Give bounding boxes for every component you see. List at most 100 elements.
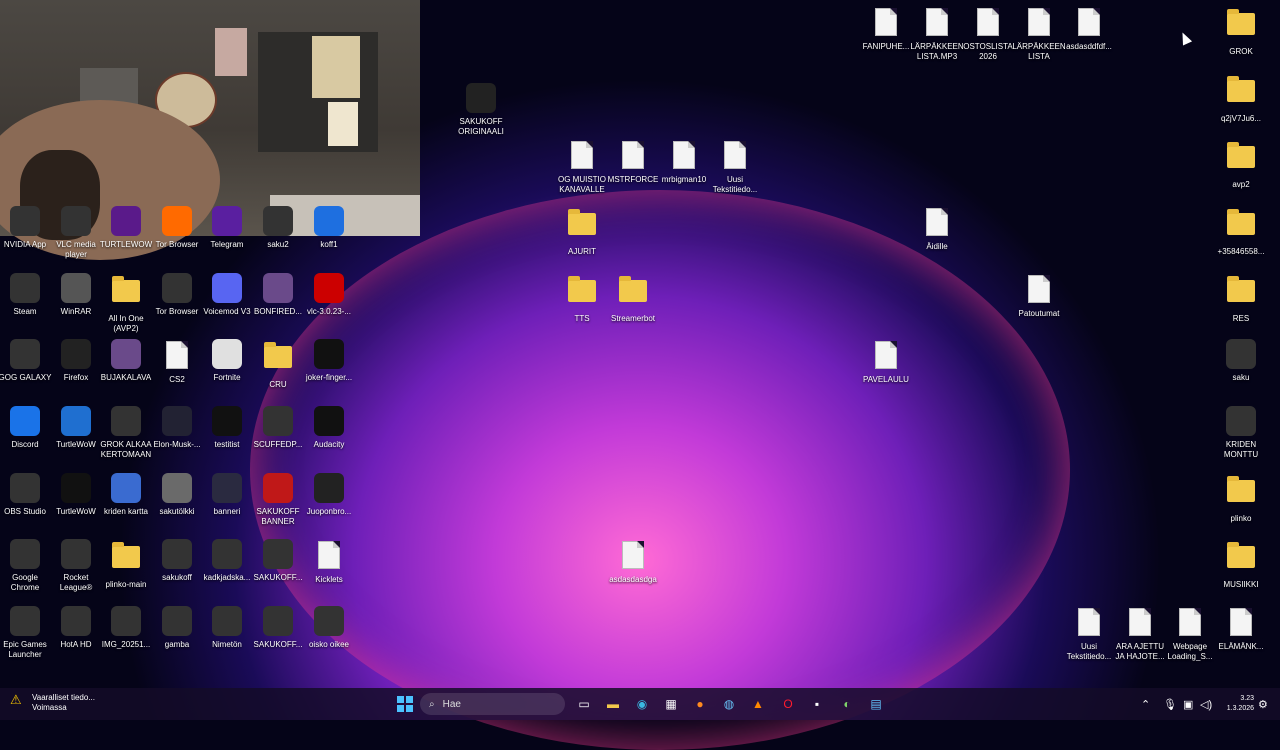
desktop-icon[interactable]: VLC media player [48, 205, 104, 260]
search-box[interactable]: ⌕ Hae [420, 693, 565, 715]
desktop-icon[interactable]: testitist [199, 405, 255, 450]
start-button[interactable] [395, 694, 415, 714]
desktop-icon[interactable]: MUSIIKKI [1213, 538, 1269, 590]
notification-item[interactable]: ⚠ Vaaralliset tiedo... Voimassa [10, 693, 95, 713]
desktop-icon[interactable]: kriden kartta [98, 472, 154, 517]
notification-center-icon[interactable]: ⚙ [1258, 698, 1268, 711]
desktop-icon[interactable]: Tor Browser [149, 272, 205, 317]
desktop-icon[interactable]: sakukoff [149, 538, 205, 583]
edge-taskbar-icon[interactable]: ◉ [632, 694, 652, 714]
desktop-icon[interactable]: CRU [250, 338, 306, 390]
desktop-icon[interactable]: avp2 [1213, 138, 1269, 190]
network-icon[interactable]: ▣ [1183, 698, 1193, 711]
desktop-icon[interactable]: FANIPUHE... [858, 5, 914, 52]
desktop-icon[interactable]: AJURIT [554, 205, 610, 257]
chevron-up-icon[interactable]: ⌃ [1141, 698, 1150, 711]
desktop-icon[interactable]: koff1 [301, 205, 357, 250]
vlc-taskbar-icon[interactable]: ▲ [748, 694, 768, 714]
desktop-icon[interactable]: Streamerbot [605, 272, 661, 324]
desktop-icon[interactable]: Äidille [909, 205, 965, 252]
opera-taskbar-icon[interactable]: O [778, 694, 798, 714]
desktop-icon[interactable]: NVIDIA App [0, 205, 53, 250]
volume-icon[interactable]: ◁) [1200, 698, 1212, 711]
microphone-icon[interactable]: 🎙 [1163, 698, 1177, 711]
desktop-icon[interactable]: Nimetön [199, 605, 255, 650]
desktop-icon[interactable]: Voicemod V3 [199, 272, 255, 317]
desktop-icon[interactable]: ELÄMÄNK... [1213, 605, 1269, 652]
desktop-icon[interactable]: KRIDEN MONTTU [1213, 405, 1269, 460]
task-view-button[interactable]: ▭ [574, 694, 594, 714]
desktop-icon[interactable]: Patoutumat [1011, 272, 1067, 319]
desktop-icon[interactable]: asdasdasdga [605, 538, 661, 585]
desktop-icon-label: MSTRFORCE [607, 175, 659, 184]
desktop-icon[interactable]: IMG_20251... [98, 605, 154, 650]
file-explorer-taskbar-icon[interactable]: ▬ [603, 694, 623, 714]
desktop-icon[interactable]: Google Chrome [0, 538, 53, 593]
desktop-icon[interactable]: SCUFFEDP... [250, 405, 306, 450]
desktop-icon[interactable]: HotA HD [48, 605, 104, 650]
desktop-icon[interactable]: vlc-3.0.23-... [301, 272, 357, 317]
desktop-icon[interactable]: mrbigman10 [656, 138, 712, 185]
desktop-icon[interactable]: OG MUISTIO KANAVALLE [554, 138, 610, 195]
desktop-icon[interactable]: Steam [0, 272, 53, 317]
desktop-icon[interactable]: GROK [1213, 5, 1269, 57]
desktop-icon[interactable]: Elon-Musk-... [149, 405, 205, 450]
desktop-icon[interactable]: GROK ALKAA KERTOMAAN [98, 405, 154, 460]
desktop-icon[interactable]: oisko oikee [301, 605, 357, 650]
desktop-icon[interactable]: PAVELAULU [858, 338, 914, 385]
desktop-icon[interactable]: MSTRFORCE [605, 138, 661, 185]
desktop-icon[interactable]: plinko-main [98, 538, 154, 590]
desktop-icon[interactable]: SAKUKOFF BANNER [250, 472, 306, 527]
desktop-icon[interactable]: TurtleWoW [48, 405, 104, 450]
store-taskbar-icon[interactable]: ▦ [661, 694, 681, 714]
desktop-icon[interactable]: Webpage Loading_S... [1162, 605, 1218, 662]
terminal-taskbar-icon[interactable]: ▪ [807, 694, 827, 714]
desktop-icon[interactable]: gamba [149, 605, 205, 650]
desktop-icon[interactable]: plinko [1213, 472, 1269, 524]
desktop-icon[interactable]: RES [1213, 272, 1269, 324]
desktop-icon[interactable]: Telegram [199, 205, 255, 250]
desktop-icon[interactable]: +35846558... [1213, 205, 1269, 257]
desktop-icon[interactable]: Firefox [48, 338, 104, 383]
desktop-icon[interactable]: saku [1213, 338, 1269, 383]
desktop-icon[interactable]: WinRAR [48, 272, 104, 317]
desktop-icon[interactable]: LÄRPÄKKEEN LISTA [1011, 5, 1067, 62]
desktop-icon[interactable]: TURTLEWOW [98, 205, 154, 250]
desktop-icon[interactable]: q2jV7Ju6... [1213, 72, 1269, 124]
desktop-icon[interactable]: TTS [554, 272, 610, 324]
clock[interactable]: 3.23 1.3.2026 [1222, 694, 1254, 714]
desktop-icon[interactable]: kadkjadska... [199, 538, 255, 583]
desktop-icon[interactable]: sakutölkki [149, 472, 205, 517]
desktop-icon[interactable]: SAKUKOFF... [250, 538, 306, 583]
desktop-icon[interactable]: Uusi Tekstitiedo... [1061, 605, 1117, 662]
desktop-icon[interactable]: Tor Browser [149, 205, 205, 250]
desktop-icon[interactable]: BONFIRED... [250, 272, 306, 317]
desktop-icon[interactable]: joker-finger... [301, 338, 357, 383]
notepad-taskbar-icon[interactable]: ▤ [866, 694, 886, 714]
desktop-icon[interactable]: SAKUKOFF ORIGINAALI [453, 82, 509, 137]
desktop-icon[interactable]: All In One (AVP2) [98, 272, 154, 334]
desktop-icon[interactable]: TurtleWoW [48, 472, 104, 517]
desktop-icon[interactable]: BUJAKALAVA [98, 338, 154, 383]
desktop-icon[interactable]: saku2 [250, 205, 306, 250]
firefox-taskbar-icon[interactable]: ● [690, 694, 710, 714]
desktop-icon[interactable]: OSTOSLISTA 2026 [960, 5, 1016, 62]
desktop-icon[interactable]: GOG GALAXY [0, 338, 53, 383]
chrome-taskbar-icon[interactable]: ◐ [837, 694, 857, 714]
desktop-icon[interactable]: Fortnite [199, 338, 255, 383]
desktop-icon[interactable]: Rocket League® [48, 538, 104, 593]
desktop-icon[interactable]: OBS Studio [0, 472, 53, 517]
desktop-icon[interactable]: Discord [0, 405, 53, 450]
desktop-icon[interactable]: ARA AJETTU JA HAJOTE... [1112, 605, 1168, 662]
steam-taskbar-icon[interactable]: ◍ [719, 694, 739, 714]
desktop-icon[interactable]: asdasddfdf... [1061, 5, 1117, 52]
desktop-icon[interactable]: Juoponbro... [301, 472, 357, 517]
desktop-icon[interactable]: Kicklets [301, 538, 357, 585]
desktop-icon[interactable]: LÄRPÄKKEEN LISTA.MP3 [909, 5, 965, 62]
desktop-icon[interactable]: Uusi Tekstitiedo... [707, 138, 763, 195]
desktop-icon[interactable]: CS2 [149, 338, 205, 385]
desktop-icon[interactable]: Epic Games Launcher [0, 605, 53, 660]
desktop-icon[interactable]: Audacity [301, 405, 357, 450]
desktop-icon[interactable]: banneri [199, 472, 255, 517]
desktop-icon[interactable]: SAKUKOFF... [250, 605, 306, 650]
